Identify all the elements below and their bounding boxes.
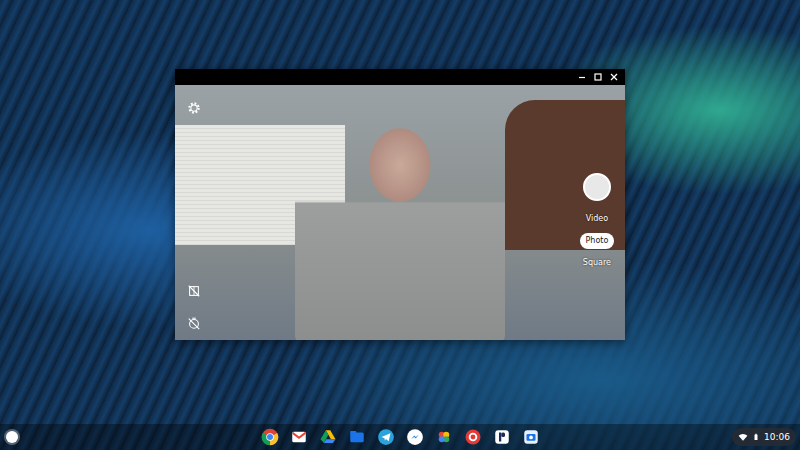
- clock-time: 10:06: [764, 431, 790, 443]
- chromeos-screen: Video Photo Square 10:06: [0, 0, 800, 450]
- drive-icon[interactable]: [319, 428, 337, 446]
- shelf-app[interactable]: [435, 428, 453, 446]
- right-controls: Video Photo Square: [577, 173, 617, 271]
- mode-option[interactable]: Video: [580, 211, 614, 227]
- timer-off-icon[interactable]: [187, 316, 201, 330]
- acrobat-icon[interactable]: [464, 428, 482, 446]
- photos-icon[interactable]: [435, 428, 453, 446]
- telegram-icon[interactable]: [377, 428, 395, 446]
- wifi-icon: [738, 432, 748, 442]
- grid-off-icon[interactable]: [187, 284, 201, 298]
- shelf-app[interactable]: [319, 428, 337, 446]
- camera-app-icon[interactable]: [522, 428, 540, 446]
- reader-icon[interactable]: [493, 428, 511, 446]
- mode-list: Video Photo Square: [577, 211, 617, 271]
- camera-window[interactable]: Video Photo Square: [175, 69, 625, 340]
- shelf-app[interactable]: [406, 428, 424, 446]
- shutter-button[interactable]: [583, 173, 611, 201]
- shelf-app[interactable]: [290, 428, 308, 446]
- settings-gear-icon[interactable]: [187, 101, 201, 115]
- minimize-icon[interactable]: [577, 72, 587, 82]
- window-titlebar[interactable]: [175, 69, 625, 85]
- shelf-app[interactable]: [522, 428, 540, 446]
- status-area[interactable]: 10:06: [732, 428, 796, 446]
- mode-option[interactable]: Photo: [580, 233, 615, 249]
- gmail-icon[interactable]: [290, 428, 308, 446]
- maximize-icon[interactable]: [593, 72, 603, 82]
- shelf-app[interactable]: [261, 428, 279, 446]
- preview-headboard: [505, 100, 625, 250]
- shelf: 10:06: [0, 424, 800, 450]
- shelf-app[interactable]: [348, 428, 366, 446]
- chrome-icon[interactable]: [261, 428, 279, 446]
- close-icon[interactable]: [609, 72, 619, 82]
- files-icon[interactable]: [348, 428, 366, 446]
- preview-person: [295, 105, 505, 340]
- shelf-app[interactable]: [377, 428, 395, 446]
- launcher-button[interactable]: [6, 431, 18, 443]
- battery-icon: [752, 432, 760, 442]
- mode-option[interactable]: Square: [577, 255, 617, 271]
- shelf-app[interactable]: [464, 428, 482, 446]
- shelf-app[interactable]: [493, 428, 511, 446]
- camera-preview: Video Photo Square: [175, 85, 625, 340]
- shelf-apps: [261, 428, 540, 446]
- left-controls: [187, 101, 201, 330]
- messenger-icon[interactable]: [406, 428, 424, 446]
- desktop-wallpaper: Video Photo Square: [0, 0, 800, 424]
